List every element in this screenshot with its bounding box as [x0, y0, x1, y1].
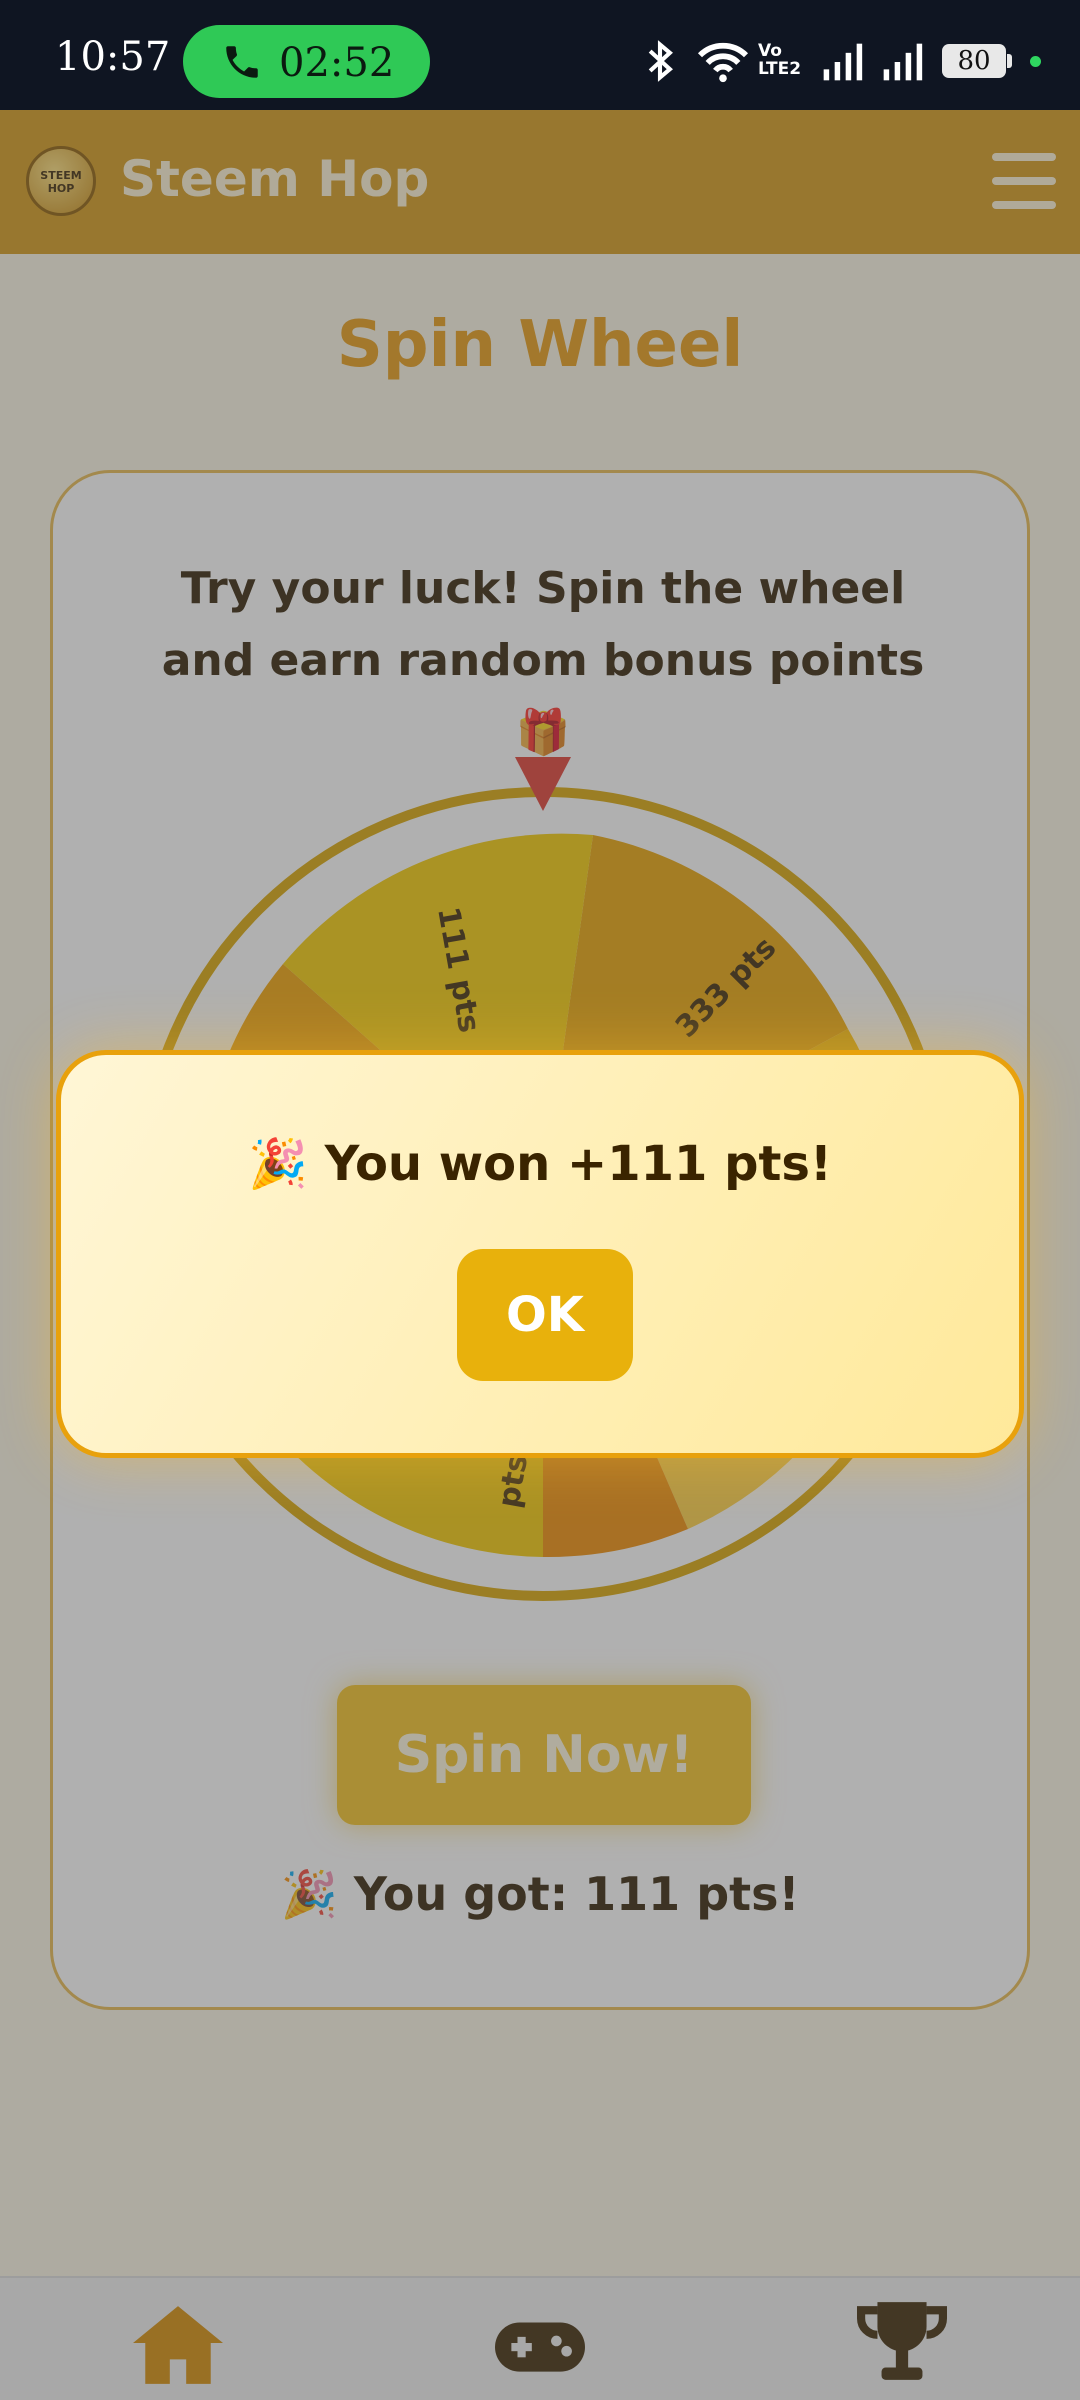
signal-strength-2-icon [883, 43, 923, 81]
ok-button[interactable]: OK [457, 1249, 633, 1381]
win-message: 🎉 You won +111 pts! [248, 1136, 832, 1192]
privacy-indicator-dot [1030, 56, 1041, 67]
phone-icon [226, 46, 258, 78]
header-dim-overlay [0, 110, 1080, 254]
volte-label: Vo LTE2 [758, 41, 802, 79]
status-time: 10:57 [55, 34, 171, 80]
call-timer: 02:52 [279, 40, 395, 86]
ongoing-call-pill[interactable]: 02:52 [183, 25, 430, 98]
bluetooth-icon [648, 40, 673, 82]
win-dialog: 🎉 You won +111 pts! OK [56, 1050, 1024, 1458]
battery-indicator: 80 [942, 44, 1012, 78]
signal-strength-icon [823, 43, 863, 81]
status-bar: 10:57 02:52 Vo LTE2 80 [0, 0, 1080, 110]
wifi-icon [697, 42, 749, 83]
